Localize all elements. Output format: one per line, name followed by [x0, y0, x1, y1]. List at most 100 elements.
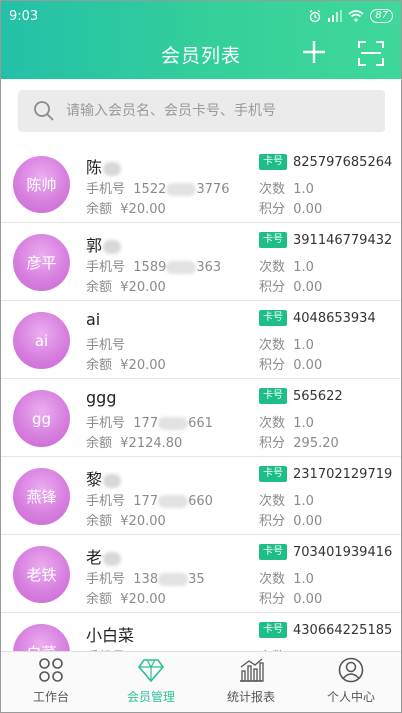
card-number: 565622	[293, 388, 343, 404]
redaction-mask	[166, 183, 197, 196]
member-name: ggg	[86, 388, 116, 407]
member-name: 黎	[86, 466, 122, 490]
nav-item-chart[interactable]: 统计报表	[201, 652, 301, 712]
nav-item-grid[interactable]: 工作台	[1, 652, 101, 712]
card-number: 231702129719	[293, 466, 393, 482]
phone-end: 660	[188, 494, 213, 509]
member-name-text: 老	[86, 548, 103, 567]
battery-indicator: 87	[370, 9, 393, 23]
points-line: 积分 0.00	[259, 588, 322, 607]
phone-line: 手机号 1522 3776	[86, 178, 229, 197]
balance-value: ¥2124.80	[120, 436, 183, 451]
times-value: 1.0	[293, 416, 314, 431]
phone-label: 手机号	[86, 416, 126, 431]
points-label: 积分	[259, 514, 286, 529]
card-number: 430664225185	[293, 622, 393, 638]
avatar: gg	[13, 390, 70, 447]
nav-item-diamond[interactable]: 会员管理	[101, 652, 201, 712]
diamond-icon	[137, 656, 165, 684]
card-tag: 卡号	[259, 310, 287, 326]
times-label: 次数	[259, 182, 286, 197]
card-tag: 卡号	[259, 622, 287, 638]
balance-line: 余额 ¥20.00	[86, 510, 166, 529]
phone-label: 手机号	[86, 572, 126, 587]
nav-item-person[interactable]: 个人中心	[301, 652, 401, 712]
member-row[interactable]: 彦平郭手机号 1589 363 余额 ¥20.00 卡号 391146779432 次数 …	[1, 223, 401, 301]
member-name: 小白菜	[86, 622, 134, 646]
redaction-mask	[103, 551, 122, 566]
add-member-button[interactable]	[299, 37, 329, 67]
search-icon	[34, 101, 54, 121]
phone-label: 手机号	[86, 338, 126, 353]
times-label: 次数	[259, 260, 286, 275]
person-icon	[337, 656, 365, 684]
member-name: 郭	[86, 232, 122, 256]
times-label: 次数	[259, 572, 286, 587]
card-tag: 卡号	[259, 154, 287, 170]
balance-line: 余额 ¥2124.80	[86, 432, 182, 451]
member-name-text: 陈	[86, 158, 103, 177]
redaction-mask	[166, 261, 197, 274]
member-list: 陈帅陈手机号 1522 3776 余额 ¥20.00 卡号 825797685264 次数…	[1, 145, 401, 651]
redaction-mask	[158, 495, 189, 508]
member-name: 老	[86, 544, 122, 568]
phone-end: 35	[188, 572, 205, 587]
member-row[interactable]: 老铁老手机号 138 35 余额 ¥20.00 卡号 703401939416 次数 1.…	[1, 535, 401, 613]
phone-line: 手机号 177 661	[86, 412, 213, 431]
status-time: 9:03	[9, 8, 39, 24]
phone-start: 177	[133, 494, 159, 509]
phone-start: 1589	[133, 260, 167, 275]
avatar: 彦平	[13, 234, 70, 291]
signal-icon	[328, 10, 343, 22]
times-line: 次数 1.0	[259, 334, 314, 353]
member-name-text: ggg	[86, 388, 117, 407]
avatar: 白菜	[13, 624, 70, 651]
member-row[interactable]: 燕锋黎手机号 177 660 余额 ¥20.00 卡号 231702129719 次数 1…	[1, 457, 401, 535]
points-line: 积分 0.00	[259, 354, 322, 373]
redaction-mask	[103, 473, 122, 488]
search-bar	[1, 79, 401, 145]
card-number: 703401939416	[293, 544, 393, 560]
points-line: 积分 0.00	[259, 510, 322, 529]
balance-line: 余额 ¥20.00	[86, 276, 166, 295]
status-icons: 87	[308, 9, 393, 23]
phone-label: 手机号	[86, 182, 126, 197]
phone-start: 138	[133, 572, 159, 587]
balance-line: 余额 ¥20.00	[86, 198, 166, 217]
card-line: 卡号 825797685264	[259, 154, 392, 170]
times-value: 1.0	[293, 338, 314, 353]
member-row[interactable]: 白菜小白菜手机号 卡号430664225185次数 1.0	[1, 613, 401, 651]
member-row[interactable]: 陈帅陈手机号 1522 3776 余额 ¥20.00 卡号 825797685264 次数…	[1, 145, 401, 223]
points-value: 0.00	[293, 514, 323, 529]
times-label: 次数	[259, 494, 286, 509]
points-value: 0.00	[293, 202, 323, 217]
member-row[interactable]: gg ggg 手机号 177 661 余额 ¥2124.80 卡号 565622 次数 1.0…	[1, 379, 401, 457]
times-line: 次数 1.0	[259, 256, 314, 275]
balance-label: 余额	[86, 358, 113, 373]
points-value: 0.00	[293, 592, 323, 607]
times-line: 次数 1.0	[259, 412, 314, 431]
times-label: 次数	[259, 338, 286, 353]
points-line: 积分 0.00	[259, 276, 322, 295]
avatar: 老铁	[13, 546, 70, 603]
member-name: 陈	[86, 154, 122, 178]
points-label: 积分	[259, 592, 286, 607]
times-line: 次数 1.0	[259, 490, 314, 509]
phone-line: 手机号	[86, 334, 133, 353]
points-label: 积分	[259, 436, 286, 451]
search-input[interactable]	[66, 103, 356, 119]
points-label: 积分	[259, 280, 286, 295]
chart-icon	[237, 656, 265, 684]
phone-end: 661	[188, 416, 213, 431]
balance-line: 余额 ¥20.00	[86, 354, 166, 373]
phone-label: 手机号	[86, 494, 126, 509]
card-tag: 卡号	[259, 388, 287, 404]
scan-button[interactable]	[357, 39, 385, 67]
alarm-icon	[309, 9, 321, 23]
points-label: 积分	[259, 358, 286, 373]
card-tag: 卡号	[259, 232, 287, 248]
member-row[interactable]: ai ai 手机号 余额 ¥20.00 卡号 4048653934 次数 1.0 积分 0.…	[1, 301, 401, 379]
search-box[interactable]	[18, 90, 385, 132]
phone-end: 363	[196, 260, 222, 275]
times-value: 1.0	[293, 260, 314, 275]
